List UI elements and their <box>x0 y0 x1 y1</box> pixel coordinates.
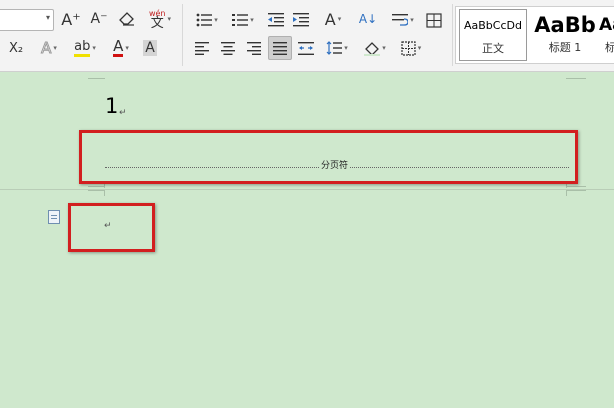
document-icon[interactable] <box>48 210 60 224</box>
numbered-list-icon <box>232 14 249 26</box>
show-hide-marks-button[interactable] <box>388 10 418 30</box>
justify-icon <box>273 41 287 55</box>
justify-button[interactable] <box>268 36 292 60</box>
table-border-button[interactable] <box>424 10 444 30</box>
paint-bucket-icon <box>364 41 381 56</box>
line-spacing-button[interactable] <box>322 38 352 58</box>
phonetic-guide-button[interactable]: wén 文 <box>144 6 176 32</box>
table-grid-icon <box>426 12 442 28</box>
increase-indent-button[interactable] <box>291 10 311 30</box>
char-shading-button[interactable]: A <box>140 38 160 58</box>
text-effect-button[interactable]: A <box>34 38 64 58</box>
shading-button[interactable] <box>360 38 390 58</box>
align-left-icon <box>195 41 209 55</box>
style-preview: AaBbCcDd <box>464 19 522 32</box>
chinese-layout-button[interactable]: A <box>318 8 348 30</box>
align-left-button[interactable] <box>192 38 212 58</box>
decrease-indent-button[interactable] <box>266 10 286 30</box>
subscript-button[interactable]: X₂ <box>4 38 28 58</box>
margin-corner-mark <box>566 190 567 196</box>
phonetic-char-label: 文 <box>150 16 164 31</box>
bullet-list-button[interactable] <box>192 10 222 30</box>
annotation-box-page-break <box>79 130 578 184</box>
style-heading-2[interactable]: Aa 标 <box>599 9 614 61</box>
clear-format-button[interactable] <box>116 8 138 30</box>
grow-font-button[interactable]: A⁺ <box>60 8 82 30</box>
group-separator <box>452 4 453 66</box>
line-spacing-icon <box>326 41 343 55</box>
shrink-font-button[interactable]: A⁻ <box>88 8 110 30</box>
font-color-button[interactable]: A <box>106 38 136 58</box>
align-right-button[interactable] <box>244 38 264 58</box>
highlight-color-button[interactable]: ab <box>68 38 102 58</box>
distributed-align-button[interactable] <box>296 38 316 58</box>
style-gallery: AaBbCcDd 正文 AaBb 标题 1 Aa 标 <box>455 6 614 64</box>
margin-corner-mark <box>566 78 586 79</box>
page-text-1: 1 <box>105 94 119 118</box>
numbered-list-button[interactable] <box>228 10 258 30</box>
borders-button[interactable] <box>396 38 426 58</box>
border-icon <box>401 40 416 56</box>
paragraph-marks-icon <box>392 14 409 26</box>
distributed-align-icon <box>298 41 314 55</box>
ribbon-toolbar: ▾ A⁺ A⁻ wén 文 X₂ A ab A A A A↓ <box>0 0 614 72</box>
style-normal[interactable]: AaBbCcDd 正文 <box>459 9 527 61</box>
annotation-box-new-page <box>68 203 155 252</box>
margin-corner-mark <box>88 78 105 79</box>
style-preview: Aa <box>599 15 614 35</box>
group-separator <box>182 4 183 66</box>
align-center-icon <box>221 41 235 55</box>
increase-indent-icon <box>293 13 309 27</box>
chevron-down-icon[interactable]: ▾ <box>46 13 50 22</box>
style-preview: AaBb <box>534 13 596 37</box>
align-right-icon <box>247 41 261 55</box>
style-caption: 标题 1 <box>548 41 582 54</box>
margin-corner-mark <box>104 190 105 196</box>
sort-button[interactable]: A↓ <box>358 8 378 30</box>
decrease-indent-icon <box>268 13 284 27</box>
font-size-combobox[interactable]: ▾ <box>0 9 54 31</box>
style-caption: 标 <box>605 41 614 54</box>
paragraph-mark: ↵ <box>119 108 127 118</box>
bullet-list-icon <box>196 13 213 27</box>
eraser-icon <box>119 12 134 26</box>
margin-corner-mark <box>88 190 105 195</box>
style-caption: 正文 <box>482 42 504 55</box>
margin-corner-mark <box>566 190 586 195</box>
align-center-button[interactable] <box>218 38 238 58</box>
style-heading-1[interactable]: AaBb 标题 1 <box>530 9 600 61</box>
